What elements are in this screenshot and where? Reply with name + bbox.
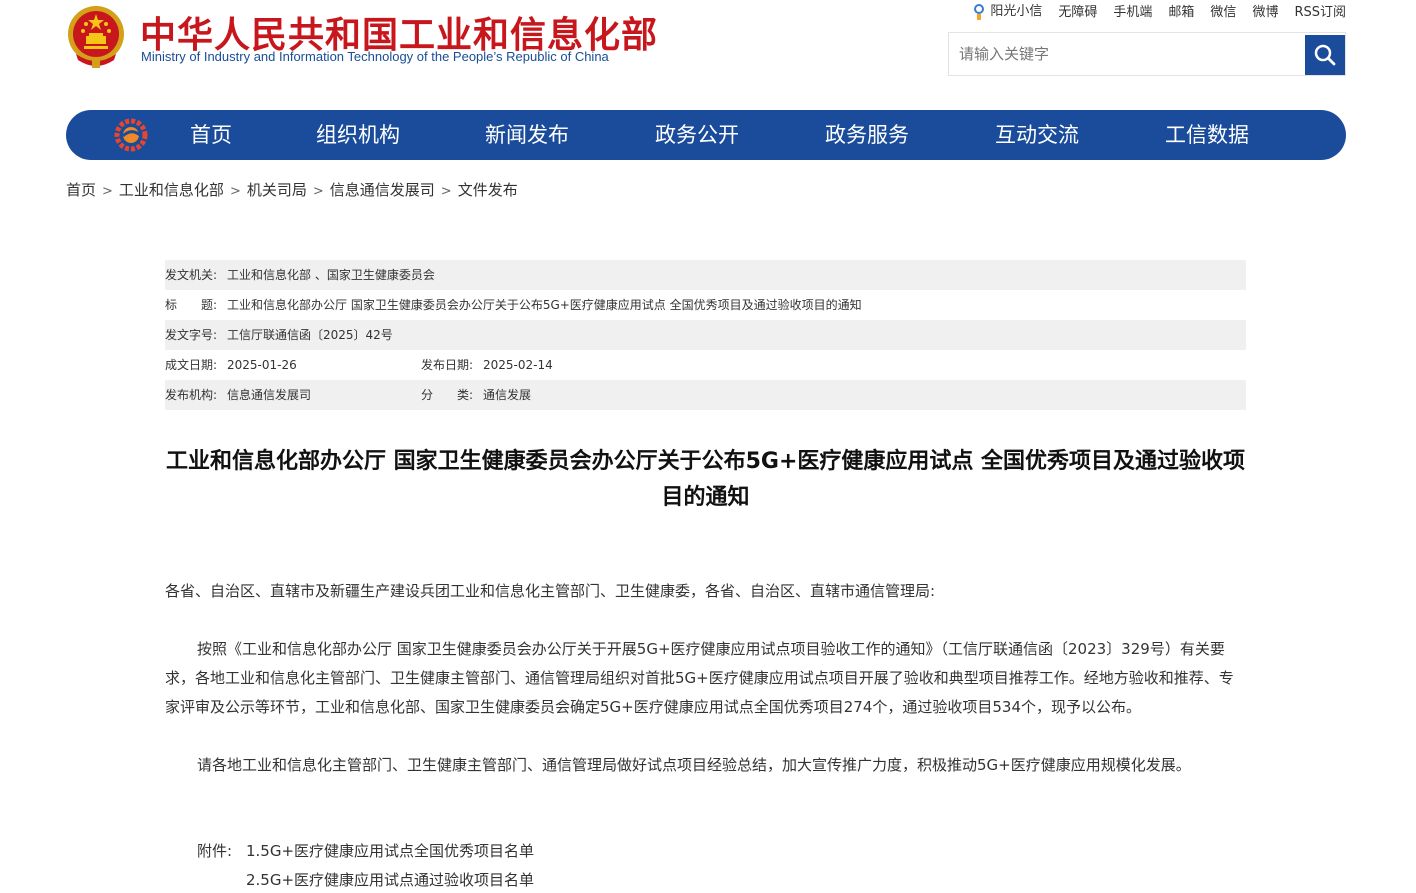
meta-category: 通信发展 [483, 388, 532, 402]
article-paragraph-1: 按照《工业和信息化部办公厅 国家卫生健康委员会办公厅关于开展5G+医疗健康应用试… [165, 640, 1234, 716]
breadcrumb-separator: > [229, 184, 241, 199]
toplink-label: 阳光小信 [990, 4, 1043, 19]
breadcrumb: 首页 > 工业和信息化部 > 机关司局 > 信息通信发展司 > 文件发布 [66, 179, 518, 200]
breadcrumb-separator: > [312, 184, 324, 199]
breadcrumb-separator: > [440, 184, 452, 199]
meta-label: 成文日期: [165, 358, 218, 372]
nav-item-home[interactable]: 首页 [190, 110, 232, 160]
article-paragraph-2: 请各地工业和信息化主管部门、卫生健康主管部门、通信管理局做好试点项目经验总结，加… [197, 756, 1191, 774]
search-button[interactable] [1305, 35, 1345, 75]
meta-label: 发文机关: [165, 268, 218, 282]
toplink-wechat[interactable]: 微信 [1210, 1, 1236, 20]
search-box [948, 32, 1346, 76]
search-input[interactable] [949, 33, 1305, 75]
national-emblem-icon [66, 4, 126, 70]
article-salutation: 各省、自治区、直辖市及新疆生产建设兵团工业和信息化主管部门、卫生健康委，各省、自… [165, 582, 936, 600]
toplink-accessibility[interactable]: 无障碍 [1058, 1, 1097, 20]
nav-item-gov-affairs[interactable]: 政务公开 [655, 110, 739, 160]
breadcrumb-ministry[interactable]: 工业和信息化部 [119, 181, 224, 199]
meta-org: 信息通信发展司 [227, 388, 312, 402]
nav-item-interaction[interactable]: 互动交流 [995, 110, 1079, 160]
meta-published-date: 2025-02-14 [483, 358, 553, 372]
meta-label: 标 题: [165, 298, 218, 312]
breadcrumb-documents[interactable]: 文件发布 [458, 181, 518, 199]
toplink-weibo[interactable]: 微博 [1252, 1, 1278, 20]
search-icon [1314, 44, 1336, 66]
toplink-sunshine[interactable]: 阳光小信 [972, 0, 1042, 21]
attachment-label: 附件: [197, 842, 233, 860]
site-subtitle: Ministry of Industry and Information Tec… [141, 49, 609, 64]
breadcrumb-home[interactable]: 首页 [66, 181, 96, 199]
nav-item-organization[interactable]: 组织机构 [316, 110, 400, 160]
meta-issuer: 工业和信息化部 、国家卫生健康委员会 [227, 268, 435, 282]
nav-item-data[interactable]: 工信数据 [1165, 110, 1249, 160]
meta-row-doc-no: 发文字号: 工信厅联通信函〔2025〕42号 [165, 320, 1246, 350]
toplink-mobile[interactable]: 手机端 [1113, 1, 1152, 20]
breadcrumb-departments[interactable]: 机关司局 [247, 181, 307, 199]
meta-row-title: 标 题: 工业和信息化部办公厅 国家卫生健康委员会办公厅关于公布5G+医疗健康应… [165, 290, 1246, 320]
nav-item-gov-services[interactable]: 政务服务 [825, 110, 909, 160]
meta-row-dates: 成文日期: 2025-01-26 发布日期: 2025-02-14 [165, 350, 1246, 380]
top-links: 阳光小信 无障碍 手机端 邮箱 微信 微博 RSS订阅 [972, 0, 1346, 21]
meta-label: 发文字号: [165, 328, 218, 342]
attachment-link-2[interactable]: 2.5G+医疗健康应用试点通过验收项目名单 [246, 866, 534, 893]
nav-item-news[interactable]: 新闻发布 [485, 110, 569, 160]
meta-title: 工业和信息化部办公厅 国家卫生健康委员会办公厅关于公布5G+医疗健康应用试点 全… [227, 298, 862, 312]
toplink-mail[interactable]: 邮箱 [1168, 1, 1194, 20]
article-title: 工业和信息化部办公厅 国家卫生健康委员会办公厅关于公布5G+医疗健康应用试点 全… [165, 449, 1246, 510]
miit-logo-icon [114, 118, 148, 152]
meta-row-issuer: 发文机关: 工业和信息化部 、国家卫生健康委员会 [165, 260, 1246, 290]
meta-row-org: 发布机构: 信息通信发展司 分 类: 通信发展 [165, 380, 1246, 410]
document-metadata: 发文机关: 工业和信息化部 、国家卫生健康委员会 标 题: 工业和信息化部办公厅… [165, 260, 1246, 410]
site-header: 中华人民共和国工业和信息化部 Ministry of Industry and … [0, 0, 1416, 100]
meta-label: 发布日期: [421, 358, 474, 372]
attachment-link-1[interactable]: 1.5G+医疗健康应用试点全国优秀项目名单 [246, 837, 534, 866]
sunshine-mascot-icon [974, 3, 985, 20]
toplink-rss[interactable]: RSS订阅 [1294, 1, 1346, 20]
meta-written-date: 2025-01-26 [227, 358, 297, 372]
main-nav: 首页 组织机构 新闻发布 政务公开 政务服务 互动交流 工信数据 [66, 110, 1346, 160]
meta-label: 发布机构: [165, 388, 218, 402]
breadcrumb-ict-dept[interactable]: 信息通信发展司 [330, 181, 435, 199]
breadcrumb-separator: > [102, 184, 113, 199]
meta-label: 分 类: [421, 388, 474, 402]
meta-doc-no: 工信厅联通信函〔2025〕42号 [227, 328, 393, 342]
